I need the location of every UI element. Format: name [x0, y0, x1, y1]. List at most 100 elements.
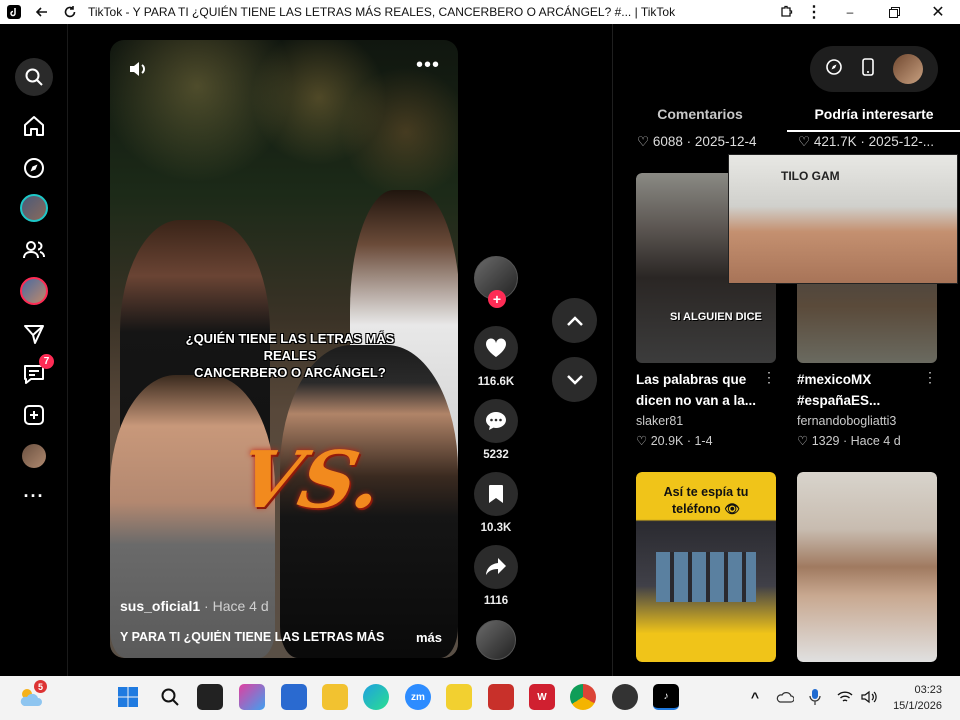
tab-comentarios[interactable]: Comentarios — [613, 100, 787, 132]
zoom-icon[interactable]: zm — [405, 684, 431, 710]
share-button[interactable] — [474, 545, 518, 589]
panel-tabs: Comentarios Podría interesarte — [613, 100, 960, 132]
onedrive-icon[interactable] — [772, 684, 798, 710]
like-action[interactable]: 116.6K — [474, 326, 518, 388]
weather-widget[interactable]: 5 — [18, 680, 47, 710]
video-description: Y PARA TI ¿QUIÉN TIENE LAS LETRAS MÁS — [120, 630, 385, 644]
heart-outline-icon: ♡ — [636, 434, 648, 448]
search-button[interactable] — [15, 58, 53, 96]
back-icon[interactable] — [28, 0, 56, 24]
explore-button[interactable] — [18, 152, 50, 184]
task-view-icon[interactable] — [197, 684, 223, 710]
save-button[interactable] — [474, 472, 518, 516]
card-author[interactable]: fernandobogliatti3 — [797, 411, 937, 431]
wifi-icon[interactable] — [832, 684, 858, 710]
save-action[interactable]: 10.3K — [474, 472, 518, 534]
card-date: 1-4 — [694, 434, 713, 448]
chrome-icon[interactable] — [570, 684, 596, 710]
store-icon[interactable] — [281, 684, 307, 710]
comment-action[interactable]: 5232 — [474, 399, 518, 461]
heart-icon — [485, 338, 507, 357]
friends-button[interactable] — [18, 234, 50, 266]
card-title[interactable]: #mexicoMX #españaES... — [797, 369, 927, 411]
more-menu-icon[interactable]: ··· — [18, 480, 50, 512]
overlay-line-1: ¿QUIÉN TIENE LAS LETRAS MÁS REALES — [185, 331, 395, 363]
recommended-video-card[interactable]: Así te espía tu teléfono 👁 — [636, 472, 776, 662]
comment-count: 5232 — [483, 449, 509, 461]
minimize-icon[interactable]: – — [828, 0, 872, 24]
volume-icon[interactable] — [856, 684, 882, 710]
system-clock[interactable]: 03:23 15/1/2026 — [893, 682, 942, 714]
card-likes: 1329 — [811, 434, 840, 448]
avatar — [22, 444, 46, 468]
upload-icon — [24, 405, 44, 425]
like-button[interactable] — [474, 326, 518, 370]
start-button[interactable] — [115, 684, 141, 710]
home-button[interactable] — [18, 110, 50, 142]
video-player[interactable]: VS. ¿QUIÉN TIENE LAS LETRAS MÁS REALES C… — [110, 40, 458, 658]
card-menu-icon[interactable]: ⋮ — [923, 369, 937, 386]
avatar[interactable] — [893, 54, 923, 84]
live-avatar[interactable] — [18, 275, 50, 307]
following-avatar[interactable] — [18, 192, 50, 224]
file-explorer-icon[interactable] — [322, 684, 348, 710]
show-hidden-icons-icon[interactable]: ^ — [742, 684, 768, 710]
microphone-icon[interactable] — [802, 684, 828, 710]
thumbnail-caption: Así te espía tu teléfono 👁 — [663, 485, 749, 516]
volume-icon[interactable] — [128, 60, 148, 83]
video-thumbnail[interactable] — [797, 472, 937, 662]
copilot-icon[interactable] — [239, 684, 265, 710]
bookmark-icon — [489, 485, 503, 503]
upload-button[interactable] — [18, 399, 50, 431]
recommended-video-card[interactable] — [797, 472, 937, 662]
card-menu-icon[interactable]: ⋮ — [762, 369, 776, 386]
stat-likes: 6088 — [652, 134, 683, 149]
video-thumbnail[interactable]: Así te espía tu teléfono 👁 — [636, 472, 776, 662]
tiktok-taskbar-icon[interactable]: ♪ — [653, 684, 679, 710]
taskbar-search-button[interactable] — [157, 684, 183, 710]
messages-badge: 7 — [39, 354, 54, 369]
windows-logo-icon — [118, 687, 138, 707]
avatar — [20, 194, 48, 222]
friends-icon — [23, 241, 45, 259]
creator-avatar[interactable]: + — [474, 256, 518, 308]
clock-time: 03:23 — [914, 684, 942, 696]
card-author[interactable]: slaker81 — [636, 411, 776, 431]
post-time: · Hace 4 d — [204, 598, 269, 614]
follow-plus-icon[interactable]: + — [488, 290, 506, 308]
thumbnail-caption: SI ALGUIEN DICE — [670, 311, 762, 323]
inbox-button[interactable] — [18, 318, 50, 350]
profile-avatar[interactable] — [18, 440, 50, 472]
right-panel: Comentarios Podría interesarte ♡ 6088 · … — [612, 24, 960, 676]
author-name[interactable]: sus_oficial1 — [120, 598, 200, 614]
share-icon — [486, 558, 506, 575]
messages-button[interactable]: 7 — [18, 354, 54, 390]
browser-titlebar: TikTok - Y PARA TI ¿QUIÉN TIENE LAS LETR… — [0, 0, 960, 24]
heart-outline-icon: ♡ — [637, 134, 650, 149]
video-author[interactable]: sus_oficial1 · Hace 4 d — [120, 598, 269, 614]
card-title[interactable]: Las palabras que dicen no van a la... — [636, 369, 766, 411]
mobile-icon[interactable] — [861, 57, 875, 81]
send-icon — [24, 325, 44, 344]
share-action[interactable]: 1116 — [474, 545, 518, 607]
close-icon[interactable]: ✕ — [916, 0, 960, 24]
compass-icon[interactable] — [825, 58, 843, 81]
previous-video-button[interactable] — [552, 298, 597, 343]
extensions-icon[interactable] — [772, 0, 800, 24]
comment-button[interactable] — [474, 399, 518, 443]
reload-icon[interactable] — [56, 0, 84, 24]
menu-kebab-icon[interactable]: ⋮ — [800, 0, 828, 24]
app-icon[interactable] — [488, 684, 514, 710]
next-video-button[interactable] — [552, 357, 597, 402]
wps-office-icon[interactable]: W — [529, 684, 555, 710]
stat-likes: 421.7K — [813, 134, 857, 149]
more-description-link[interactable]: más — [416, 630, 442, 645]
panel-toolbar — [810, 46, 938, 92]
video-more-icon[interactable]: ••• — [416, 55, 440, 75]
edge-icon[interactable] — [363, 684, 389, 710]
sound-disc[interactable] — [474, 620, 518, 660]
restore-icon[interactable] — [872, 0, 916, 24]
app-icon[interactable] — [612, 684, 638, 710]
tab-podria-interesarte[interactable]: Podría interesarte — [787, 100, 960, 132]
app-icon[interactable] — [446, 684, 472, 710]
